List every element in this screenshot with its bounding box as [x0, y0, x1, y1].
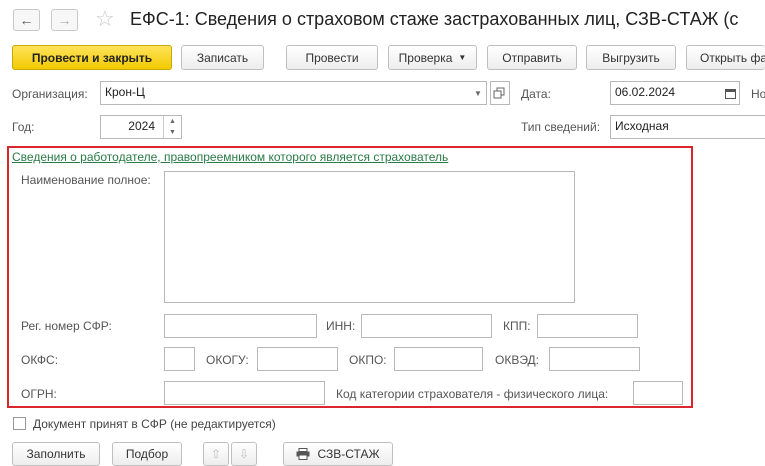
full-name-label: Наименование полное: [21, 173, 151, 187]
okved-label: ОКВЭД: [495, 353, 540, 367]
export-button[interactable]: Выгрузить [586, 45, 676, 70]
date-label: Дата: [521, 87, 551, 101]
okved-field[interactable] [549, 347, 640, 371]
dropdown-arrow-icon: ▼ [458, 53, 467, 62]
stepper-down-icon[interactable]: ▼ [164, 127, 181, 138]
print-button-label: СЗВ-СТАЖ [317, 447, 380, 461]
send-button[interactable]: Отправить [487, 45, 577, 70]
date-value: 06.02.2024 [615, 85, 676, 99]
forward-button[interactable]: → [51, 9, 78, 31]
check-button-label: Проверка [398, 50, 453, 65]
window-title: ЕФС-1: Сведения о страховом стаже застра… [130, 9, 739, 29]
date-field[interactable]: 06.02.2024 [610, 81, 740, 105]
arrow-down-icon: ⇩ [238, 447, 250, 461]
printer-icon [296, 448, 310, 460]
arrow-left-icon: ← [19, 12, 34, 28]
organization-value: Крон-Ц [105, 85, 145, 99]
arrow-up-icon: ⇧ [210, 447, 222, 461]
inn-label: ИНН: [326, 319, 356, 333]
back-button[interactable]: ← [13, 9, 40, 31]
star-icon[interactable]: ☆ [95, 6, 115, 32]
save-button[interactable]: Записать [181, 45, 264, 70]
reg-number-field[interactable] [164, 314, 317, 338]
open-file-button[interactable]: Открыть фа [686, 45, 765, 70]
number-label: Но [751, 87, 765, 101]
stepper-up-icon[interactable]: ▲ [164, 116, 181, 127]
info-type-field[interactable]: Исходная [610, 115, 765, 139]
accepted-label: Документ принят в СФР (не редактируется) [33, 417, 276, 431]
okpo-label: ОКПО: [349, 353, 387, 367]
open-organization-button[interactable] [490, 81, 510, 105]
okogu-label: ОКОГУ: [206, 353, 249, 367]
info-type-value: Исходная [615, 119, 669, 133]
move-up-button[interactable]: ⇧ [203, 442, 229, 466]
full-name-field[interactable] [164, 171, 575, 303]
okpo-field[interactable] [394, 347, 483, 371]
open-window-icon [493, 87, 505, 99]
kpp-label: КПП: [503, 319, 531, 333]
okfs-label: ОКФС: [21, 353, 59, 367]
print-button[interactable]: СЗВ-СТАЖ [283, 442, 393, 466]
organization-field[interactable]: Крон-Ц ▼ [100, 81, 487, 105]
dropdown-arrow-icon[interactable]: ▼ [470, 82, 486, 104]
inn-field[interactable] [361, 314, 492, 338]
post-and-close-button[interactable]: Провести и закрыть [12, 45, 172, 70]
category-label: Код категории страхователя - физического… [336, 387, 609, 401]
category-field[interactable] [633, 381, 683, 405]
info-type-label: Тип сведений: [521, 120, 601, 134]
okfs-field[interactable] [164, 347, 195, 371]
calendar-icon[interactable] [722, 83, 738, 103]
year-label: Год: [12, 120, 35, 134]
post-button[interactable]: Провести [286, 45, 378, 70]
check-button[interactable]: Проверка ▼ [388, 45, 477, 70]
okogu-field[interactable] [257, 347, 338, 371]
kpp-field[interactable] [537, 314, 638, 338]
move-down-button[interactable]: ⇩ [231, 442, 257, 466]
fill-button[interactable]: Заполнить [12, 442, 100, 466]
accepted-checkbox[interactable] [13, 417, 26, 430]
year-value: 2024 [128, 119, 155, 133]
ogrn-label: ОГРН: [21, 387, 57, 401]
ogrn-field[interactable] [164, 381, 325, 405]
arrow-right-icon: → [57, 12, 72, 28]
select-button[interactable]: Подбор [112, 442, 182, 466]
year-stepper[interactable]: ▲ ▼ [163, 116, 181, 138]
reg-number-label: Рег. номер СФР: [21, 319, 112, 333]
organization-label: Организация: [12, 87, 88, 101]
